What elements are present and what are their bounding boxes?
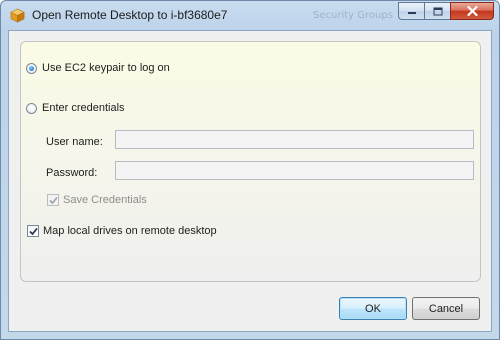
aws-cube-icon xyxy=(10,8,25,23)
map-drives-option[interactable]: Map local drives on remote desktop xyxy=(27,225,217,237)
save-credentials-checkbox[interactable] xyxy=(47,194,59,206)
maximize-button[interactable] xyxy=(424,2,450,20)
save-credentials-option[interactable]: Save Credentials xyxy=(47,194,147,206)
cancel-button-label: Cancel xyxy=(428,302,464,315)
map-drives-checkbox[interactable] xyxy=(27,225,39,237)
enter-credentials-option[interactable]: Enter credentials xyxy=(26,102,125,114)
ok-button[interactable]: OK xyxy=(339,297,407,320)
title-bar[interactable]: Open Remote Desktop to i-bf3680e7 xyxy=(1,1,499,31)
use-keypair-option[interactable]: Use EC2 keypair to log on xyxy=(26,62,170,74)
close-button[interactable] xyxy=(450,2,494,20)
password-field[interactable] xyxy=(115,161,474,180)
map-drives-label: Map local drives on remote desktop xyxy=(43,225,217,237)
dialog-client-area: Use EC2 keypair to log on Enter credenti… xyxy=(8,30,492,332)
checkmark-icon xyxy=(28,227,38,235)
dialog-window: Security Groups Open Remote Desktop to i… xyxy=(0,0,500,340)
password-label: Password: xyxy=(46,167,98,179)
cancel-button[interactable]: Cancel xyxy=(412,297,480,320)
use-keypair-label: Use EC2 keypair to log on xyxy=(42,62,170,74)
enter-credentials-label: Enter credentials xyxy=(42,102,125,114)
ok-button-label: OK xyxy=(365,302,381,315)
username-label: User name: xyxy=(46,136,103,148)
window-title: Open Remote Desktop to i-bf3680e7 xyxy=(32,8,228,22)
window-controls xyxy=(398,2,494,21)
checkmark-icon xyxy=(48,196,58,204)
minimize-button[interactable] xyxy=(398,2,424,20)
maximize-icon xyxy=(433,7,442,15)
minimize-icon xyxy=(407,12,416,14)
options-panel: Use EC2 keypair to log on Enter credenti… xyxy=(20,41,481,282)
use-keypair-radio[interactable] xyxy=(26,62,37,74)
close-icon xyxy=(466,6,478,16)
username-field[interactable] xyxy=(115,130,474,149)
enter-credentials-radio[interactable] xyxy=(26,102,37,114)
save-credentials-label: Save Credentials xyxy=(63,194,147,206)
